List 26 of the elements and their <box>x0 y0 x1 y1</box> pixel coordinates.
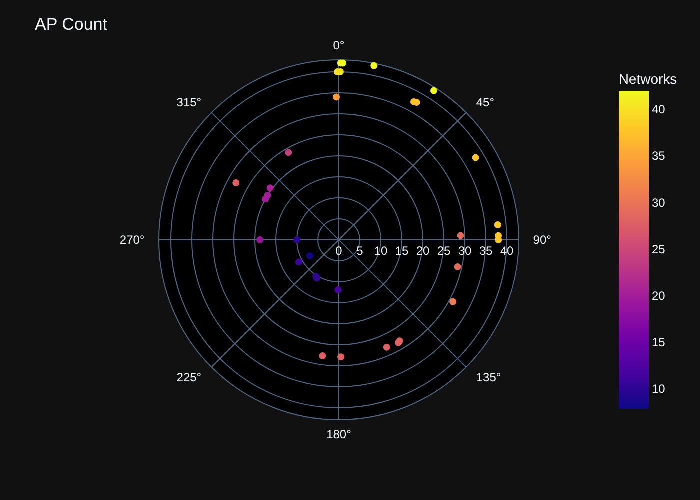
angular-tick-label: 90° <box>533 233 552 247</box>
colorbar-tick-label: 30 <box>652 196 666 210</box>
angular-tick-label: 45° <box>476 96 495 110</box>
angular-tick-label: 135° <box>476 370 502 384</box>
angular-tick-label: 180° <box>326 427 352 442</box>
radial-tick-label: 30 <box>458 244 472 258</box>
colorbar-tick-label: 40 <box>652 102 666 117</box>
radial-tick-label: 0 <box>336 244 342 258</box>
colorbar-tick-label: 20 <box>652 288 666 303</box>
radial-tick-label: 10 <box>374 244 388 258</box>
chart-title: AP Count <box>35 15 108 34</box>
angular-tick-label: 315° <box>176 96 202 110</box>
angular-tick-label: 270° <box>120 233 145 247</box>
radial-tick-label: 35 <box>479 244 493 258</box>
radial-tick-label: 25 <box>437 244 451 258</box>
colorbar-tick-label: 10 <box>652 382 666 396</box>
colorbar-title: Networks <box>618 71 678 87</box>
radial-tick-label: 15 <box>395 244 409 258</box>
angular-tick-label: 225° <box>176 370 202 384</box>
radial-tick-label: 20 <box>416 244 430 258</box>
colorbar-tick-label: 25 <box>652 242 666 256</box>
colorbar-tick-label: 35 <box>652 149 666 164</box>
angular-tick-label: 0° <box>333 38 345 53</box>
radial-tick-label: 40 <box>500 244 514 258</box>
colorbar-tick-label: 15 <box>652 336 666 350</box>
radial-tick-label: 5 <box>356 244 364 258</box>
